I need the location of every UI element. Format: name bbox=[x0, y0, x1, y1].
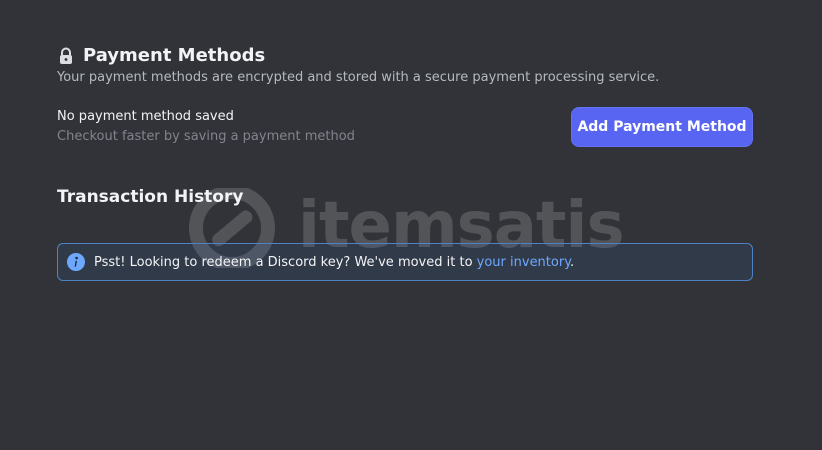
payment-methods-description: Your payment methods are encrypted and s… bbox=[57, 70, 660, 85]
billing-page: Payment Methods Your payment methods are… bbox=[0, 0, 822, 450]
no-payment-method-subtitle: Checkout faster by saving a payment meth… bbox=[57, 129, 355, 144]
notice-text: Psst! Looking to redeem a Discord key? W… bbox=[94, 255, 574, 270]
payment-methods-header: Payment Methods bbox=[57, 45, 265, 66]
notice-text-prefix: Psst! Looking to redeem a Discord key? W… bbox=[94, 254, 477, 270]
payment-methods-title: Payment Methods bbox=[83, 45, 266, 66]
redeem-key-notice: Psst! Looking to redeem a Discord key? W… bbox=[57, 243, 753, 281]
info-icon bbox=[67, 253, 85, 271]
notice-text-suffix: . bbox=[570, 254, 575, 270]
add-payment-method-button[interactable]: Add Payment Method bbox=[571, 107, 753, 147]
no-payment-method-title: No payment method saved bbox=[57, 109, 234, 124]
lock-icon bbox=[57, 47, 75, 65]
your-inventory-link[interactable]: your inventory bbox=[477, 255, 570, 270]
transaction-history-title: Transaction History bbox=[57, 187, 244, 207]
